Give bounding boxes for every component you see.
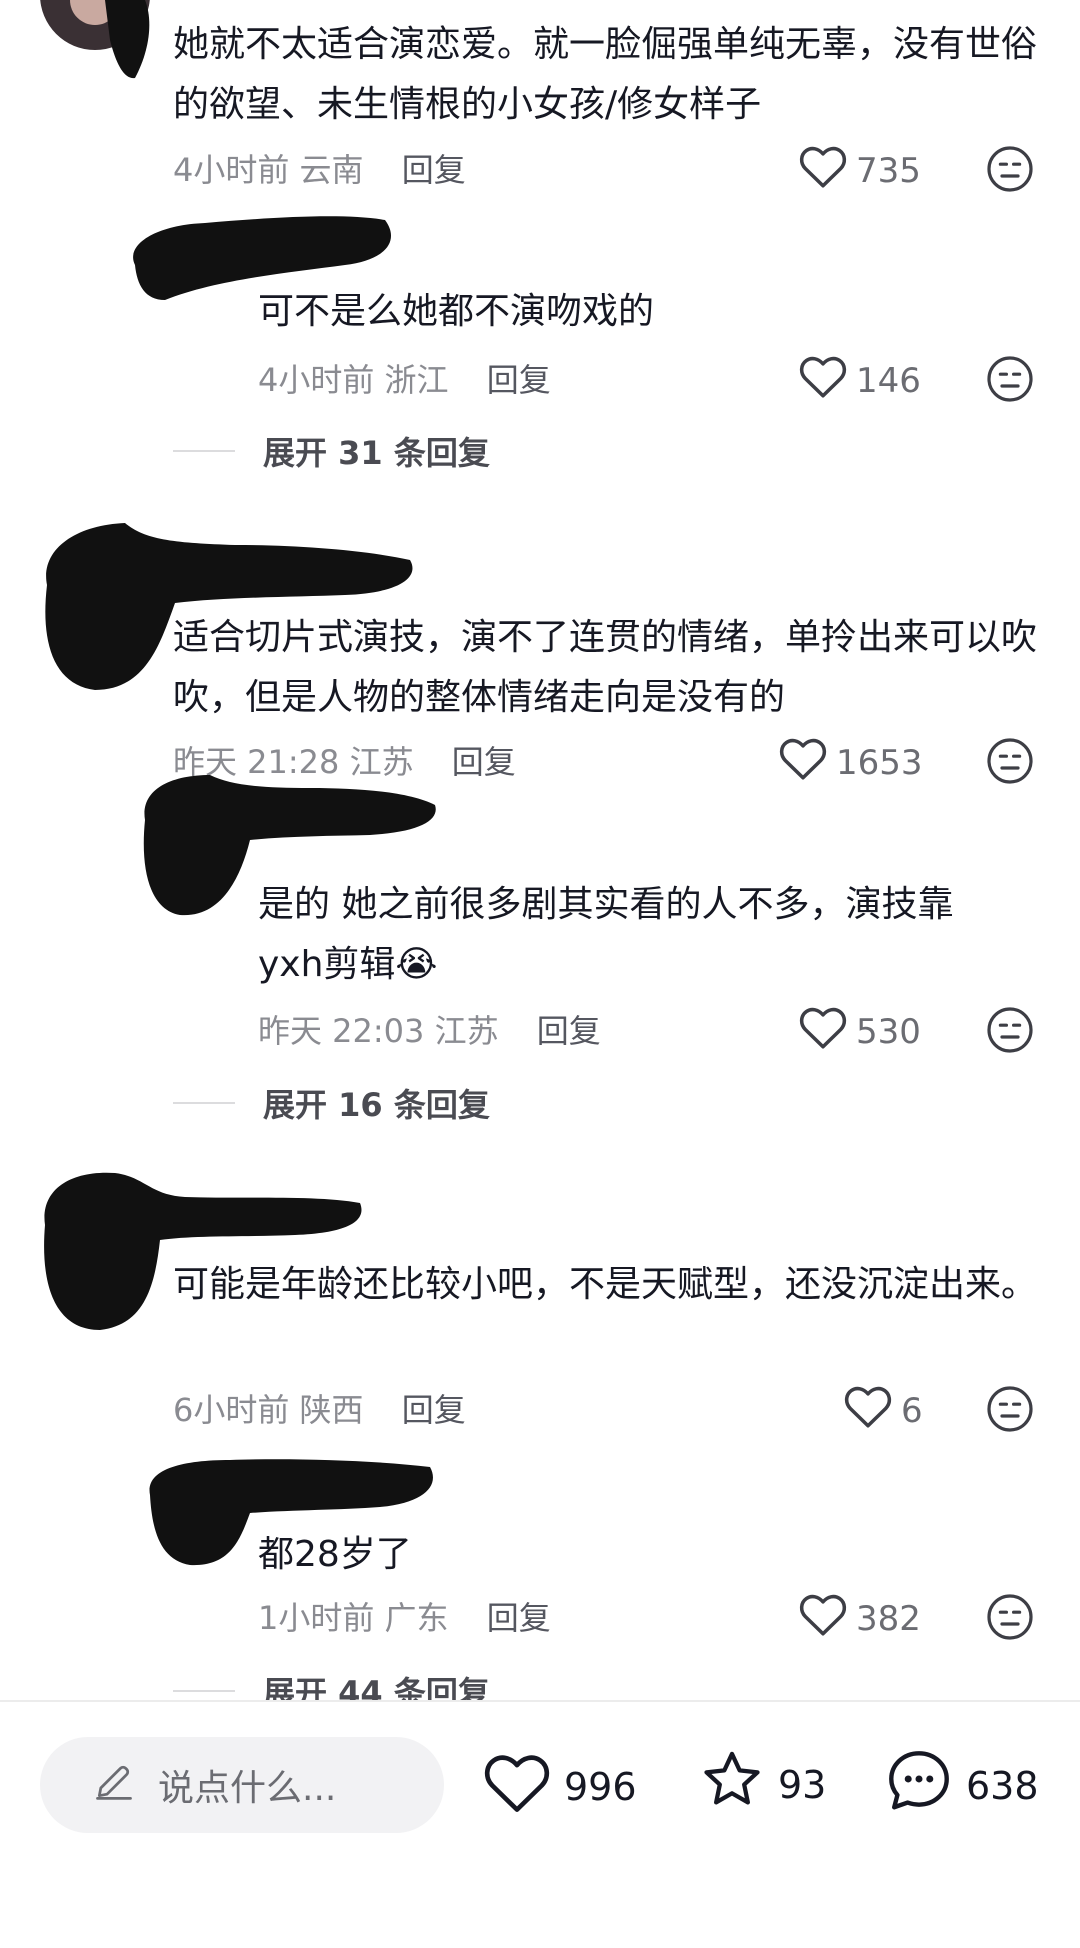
comment-location: 陕西 (299, 1391, 364, 1429)
neutral-face-icon (986, 1007, 1034, 1058)
heart-outline-icon (798, 353, 856, 408)
heart-outline-icon (798, 1004, 856, 1059)
post-favorite-button[interactable]: 93 (698, 1746, 826, 1823)
dislike-button[interactable] (986, 1385, 1034, 1437)
divider (173, 450, 235, 452)
reply-meta: 1小时前 广东 回复 (258, 1593, 551, 1639)
heart-outline-icon (482, 1750, 564, 1823)
like-count: 146 (856, 360, 921, 401)
reply-location: 浙江 (384, 361, 449, 399)
reply-text: 都28岁了 (258, 1534, 412, 1575)
like-button[interactable]: 735 (798, 143, 921, 198)
reply-text: 是的 她之前很多剧其实看的人不多，演技靠yxh剪辑😭 (258, 884, 954, 985)
reply-button[interactable]: 回复 (537, 1012, 601, 1050)
reply-text: 可不是么她都不演吻戏的 (258, 291, 655, 332)
like-count: 6 (901, 1390, 923, 1431)
like-button[interactable]: 6 (843, 1383, 923, 1438)
dislike-button[interactable] (986, 145, 1034, 197)
reply-location: 广东 (384, 1599, 449, 1637)
reply-time: 4小时前 (258, 361, 375, 399)
reply-button[interactable]: 回复 (402, 151, 466, 189)
neutral-face-icon (986, 1594, 1034, 1645)
reply-button[interactable]: 回复 (487, 1599, 551, 1637)
dislike-button[interactable] (986, 1006, 1034, 1058)
star-outline-icon (698, 1746, 778, 1823)
heart-outline-icon (798, 143, 856, 198)
like-count: 382 (856, 1598, 921, 1639)
comment-time: 4小时前 (173, 151, 290, 189)
reply-location: 江苏 (434, 1012, 499, 1050)
like-button[interactable]: 1653 (778, 735, 923, 790)
heart-outline-icon (843, 1383, 901, 1438)
like-count: 530 (856, 1011, 921, 1052)
expand-replies-button[interactable]: 展开 16 条回复 (173, 1080, 490, 1126)
like-button[interactable]: 382 (798, 1591, 921, 1646)
like-button[interactable]: 146 (798, 353, 921, 408)
reply-button[interactable]: 回复 (452, 743, 516, 781)
dislike-button[interactable] (986, 737, 1034, 789)
comment-time: 6小时前 (173, 1391, 290, 1429)
post-favorite-count: 93 (778, 1762, 827, 1807)
redaction-scribble (95, 0, 155, 80)
reply-meta: 4小时前 浙江 回复 (258, 355, 551, 401)
post-comment-button[interactable]: 638 (884, 1746, 1039, 1825)
neutral-face-icon (986, 1386, 1034, 1437)
speech-bubble-icon (884, 1746, 966, 1825)
like-count: 735 (856, 150, 921, 191)
reply-button[interactable]: 回复 (487, 361, 551, 399)
comment-input-placeholder: 说点什么... (158, 1768, 337, 1809)
comment-meta: 6小时前 陕西 回复 (173, 1385, 466, 1431)
reply-time: 昨天 22:03 (258, 1012, 425, 1050)
divider (173, 1102, 235, 1104)
reply-meta: 昨天 22:03 江苏 回复 (258, 1006, 601, 1052)
comment-location: 云南 (299, 151, 364, 189)
like-button[interactable]: 530 (798, 1004, 921, 1059)
expand-replies-label: 展开 31 条回复 (263, 434, 490, 472)
dislike-button[interactable] (986, 1593, 1034, 1645)
expand-replies-label: 展开 16 条回复 (263, 1086, 490, 1124)
post-like-button[interactable]: 996 (482, 1750, 637, 1823)
comment-text: 可能是年龄还比较小吧，不是天赋型，还没沉淀出来。 (173, 1264, 1038, 1305)
heart-outline-icon (798, 1591, 856, 1646)
comment-text: 她就不太适合演恋爱。就一脸倔强单纯无辜，没有世俗的欲望、未生情根的小女孩/修女样… (173, 24, 1038, 125)
post-like-count: 996 (564, 1764, 637, 1809)
neutral-face-icon (986, 738, 1034, 789)
expand-replies-button[interactable]: 展开 31 条回复 (173, 428, 490, 474)
reply-button[interactable]: 回复 (402, 1391, 466, 1429)
neutral-face-icon (986, 146, 1034, 197)
neutral-face-icon (986, 356, 1034, 407)
comment-input[interactable]: 说点什么... (40, 1737, 444, 1833)
comment-meta: 4小时前 云南 回复 (173, 145, 466, 191)
post-comment-count: 638 (966, 1763, 1039, 1808)
divider (173, 1690, 235, 1692)
heart-outline-icon (778, 735, 836, 790)
dislike-button[interactable] (986, 355, 1034, 407)
reply-time: 1小时前 (258, 1599, 375, 1637)
pencil-icon (62, 1759, 136, 1812)
comment-text: 适合切片式演技，演不了连贯的情绪，单拎出来可以吹吹，但是人物的整体情绪走向是没有… (173, 617, 1038, 718)
like-count: 1653 (836, 742, 923, 783)
